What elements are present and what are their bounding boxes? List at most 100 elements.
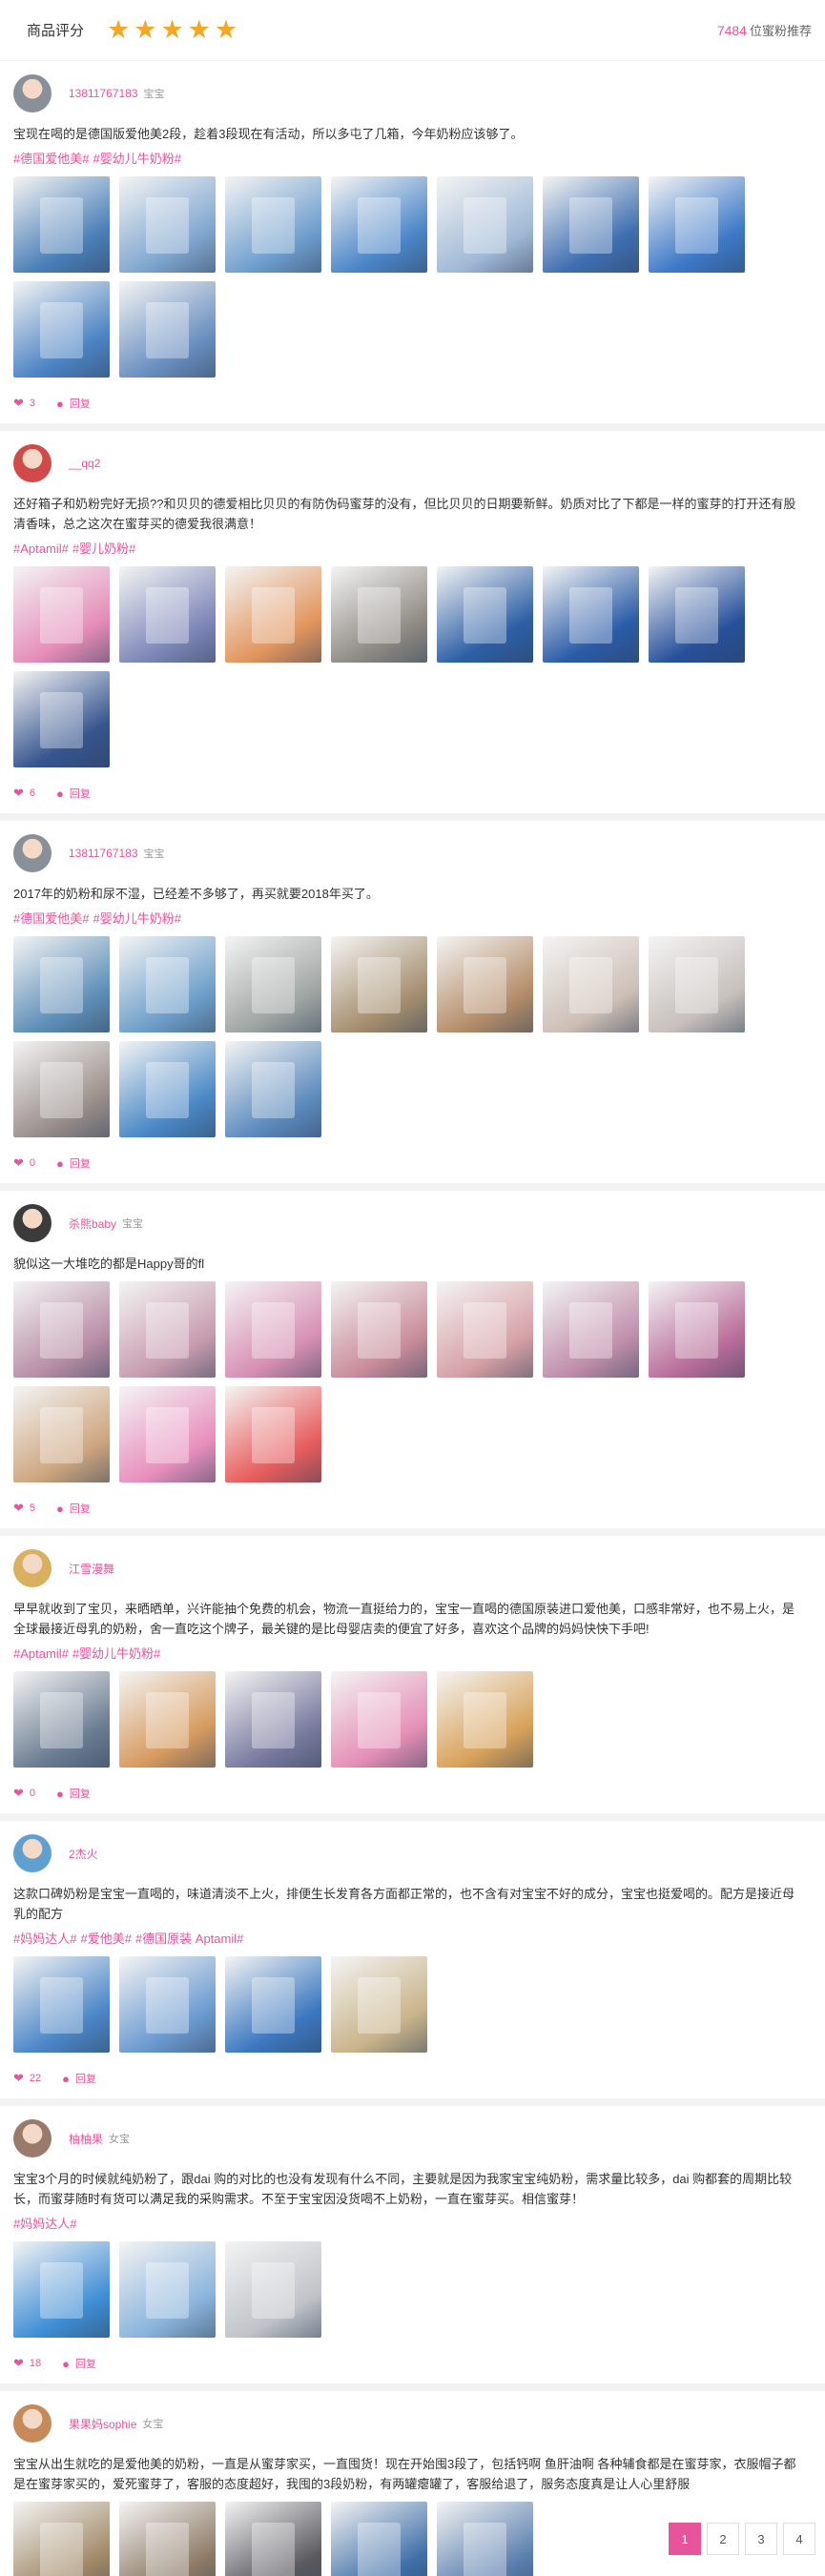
review-photo[interactable] [225, 2502, 321, 2576]
review-photo[interactable] [437, 2502, 533, 2576]
review-photo[interactable] [119, 2241, 216, 2338]
user-name[interactable]: 江雪漫舞 [69, 1561, 114, 1577]
review-photo[interactable] [13, 2241, 110, 2338]
review-photo[interactable] [225, 936, 321, 1032]
user-name[interactable]: 2杰火 [69, 1846, 98, 1862]
review-photo[interactable] [437, 936, 533, 1032]
review-photo[interactable] [225, 1386, 321, 1482]
review-photo[interactable] [649, 936, 745, 1032]
review-photo[interactable] [437, 176, 533, 273]
review-photo[interactable] [13, 1281, 110, 1378]
tag-link[interactable]: #婴儿奶粉# [72, 542, 135, 556]
review-photo[interactable] [543, 936, 639, 1032]
review-photo[interactable] [119, 1671, 216, 1768]
review-photo[interactable] [331, 1956, 427, 2053]
like-button[interactable]: ❤ 6 [13, 786, 35, 801]
review-photo[interactable] [543, 1281, 639, 1378]
tag-link[interactable]: #妈妈达人# [13, 2217, 76, 2231]
review-photo[interactable] [649, 176, 745, 273]
review-photo[interactable] [543, 176, 639, 273]
review-photo[interactable] [543, 566, 639, 663]
review-photo[interactable] [331, 2502, 427, 2576]
review-photo[interactable] [331, 1281, 427, 1378]
avatar[interactable] [13, 74, 52, 112]
avatar[interactable] [13, 1204, 52, 1242]
avatar[interactable] [13, 1549, 52, 1587]
like-button[interactable]: ❤ 3 [13, 396, 35, 411]
review-photo[interactable] [13, 281, 110, 378]
tag-link[interactable]: #婴幼儿牛奶粉# [93, 911, 180, 926]
review-photo[interactable] [13, 1956, 110, 2053]
review-photo[interactable] [225, 2241, 321, 2338]
review-photo[interactable] [225, 566, 321, 663]
review-photo[interactable] [331, 566, 427, 663]
user-name[interactable]: __qq2 [69, 457, 100, 470]
user-name[interactable]: 杀熊baby [69, 1216, 116, 1232]
review-photo[interactable] [13, 671, 110, 767]
review-photo[interactable] [119, 936, 216, 1032]
user-name[interactable]: 果果妈sophie [69, 2416, 136, 2432]
reply-button[interactable]: ● 回复 [56, 786, 91, 801]
like-button[interactable]: ❤ 0 [13, 1786, 35, 1801]
review-photo[interactable] [119, 1386, 216, 1482]
user-name[interactable]: 柚柚果 [69, 2131, 103, 2147]
review-photo[interactable] [13, 566, 110, 663]
avatar[interactable] [13, 444, 52, 482]
avatar[interactable] [13, 834, 52, 872]
review-photo[interactable] [331, 1671, 427, 1768]
review-photo[interactable] [119, 281, 216, 378]
like-button[interactable]: ❤ 22 [13, 2071, 41, 2086]
avatar[interactable] [13, 1834, 52, 1872]
review-photo[interactable] [437, 1671, 533, 1768]
review-photo[interactable] [119, 566, 216, 663]
tag-link[interactable]: #德国原装 Aptamil# [135, 1932, 243, 1946]
reply-button[interactable]: ● 回复 [56, 1501, 91, 1516]
review-photo[interactable] [13, 176, 110, 273]
tag-link[interactable]: #爱他美# [80, 1932, 131, 1946]
like-button[interactable]: ❤ 5 [13, 1501, 35, 1516]
like-button[interactable]: ❤ 18 [13, 2356, 41, 2371]
review-photo[interactable] [13, 1386, 110, 1482]
review-photo[interactable] [437, 1281, 533, 1378]
user-name[interactable]: 13811767183 [69, 847, 138, 860]
avatar[interactable] [13, 2119, 52, 2157]
reply-button[interactable]: ● 回复 [56, 396, 91, 411]
review-photo[interactable] [225, 1041, 321, 1137]
like-button[interactable]: ❤ 0 [13, 1155, 35, 1171]
review-photo[interactable] [119, 2502, 216, 2576]
tag-link[interactable]: #妈妈达人# [13, 1932, 76, 1946]
review-photo[interactable] [13, 1041, 110, 1137]
review-photo[interactable] [225, 1956, 321, 2053]
review-photo[interactable] [119, 176, 216, 273]
review-photo[interactable] [225, 176, 321, 273]
tag-link[interactable]: #德国爱他美# [13, 152, 89, 166]
review-photo[interactable] [13, 1671, 110, 1768]
tag-link[interactable]: #Aptamil# [13, 1646, 69, 1661]
review-photo[interactable] [649, 566, 745, 663]
reply-button[interactable]: ● 回复 [56, 1155, 91, 1171]
review-photo[interactable] [119, 1041, 216, 1137]
reply-button[interactable]: ● 回复 [62, 2356, 96, 2371]
review-photo[interactable] [119, 1281, 216, 1378]
page-button-4[interactable]: 4 [783, 2523, 815, 2555]
reply-button[interactable]: ● 回复 [56, 1786, 91, 1801]
tag-link[interactable]: #德国爱他美# [13, 911, 89, 926]
page-button-2[interactable]: 2 [707, 2523, 739, 2555]
avatar[interactable] [13, 2404, 52, 2443]
page-button-3[interactable]: 3 [745, 2523, 777, 2555]
review-photo[interactable] [331, 936, 427, 1032]
review-photo[interactable] [437, 566, 533, 663]
review-photo[interactable] [225, 1671, 321, 1768]
review-photo[interactable] [649, 1281, 745, 1378]
reply-button[interactable]: ● 回复 [62, 2071, 96, 2086]
review-photo[interactable] [13, 2502, 110, 2576]
page-button-1[interactable]: 1 [669, 2523, 701, 2555]
tag-link[interactable]: #婴幼儿牛奶粉# [72, 1646, 160, 1661]
review-photo[interactable] [225, 1281, 321, 1378]
user-name[interactable]: 13811767183 [69, 87, 138, 100]
tag-link[interactable]: #婴幼儿牛奶粉# [93, 152, 180, 166]
review-photo[interactable] [119, 1956, 216, 2053]
review-photo[interactable] [13, 936, 110, 1032]
tag-link[interactable]: #Aptamil# [13, 542, 69, 556]
review-photo[interactable] [331, 176, 427, 273]
